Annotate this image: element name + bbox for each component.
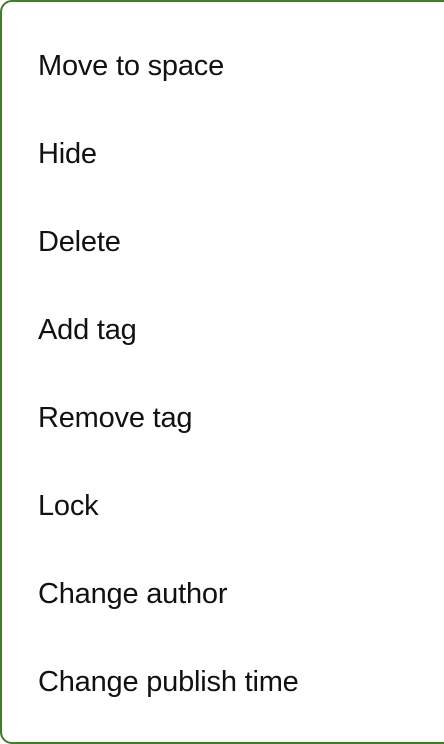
menu-item-label: Lock — [38, 489, 99, 522]
context-menu: Move to space Hide Delete Add tag Remove… — [0, 0, 444, 744]
menu-item-lock[interactable]: Lock — [2, 462, 444, 550]
menu-item-change-publish-time[interactable]: Change publish time — [2, 638, 444, 726]
menu-item-label: Move to space — [38, 49, 224, 82]
menu-item-change-author[interactable]: Change author — [2, 550, 444, 638]
menu-item-add-tag[interactable]: Add tag — [2, 286, 444, 374]
menu-item-label: Add tag — [38, 313, 137, 346]
menu-item-hide[interactable]: Hide — [2, 110, 444, 198]
menu-item-label: Change publish time — [38, 665, 299, 698]
menu-item-label: Hide — [38, 137, 97, 170]
menu-item-remove-tag[interactable]: Remove tag — [2, 374, 444, 462]
menu-list: Move to space Hide Delete Add tag Remove… — [2, 2, 444, 726]
menu-item-label: Change author — [38, 577, 228, 610]
menu-item-delete[interactable]: Delete — [2, 198, 444, 286]
menu-item-move-to-space[interactable]: Move to space — [2, 22, 444, 110]
menu-item-label: Delete — [38, 225, 121, 258]
menu-item-label: Remove tag — [38, 401, 193, 434]
